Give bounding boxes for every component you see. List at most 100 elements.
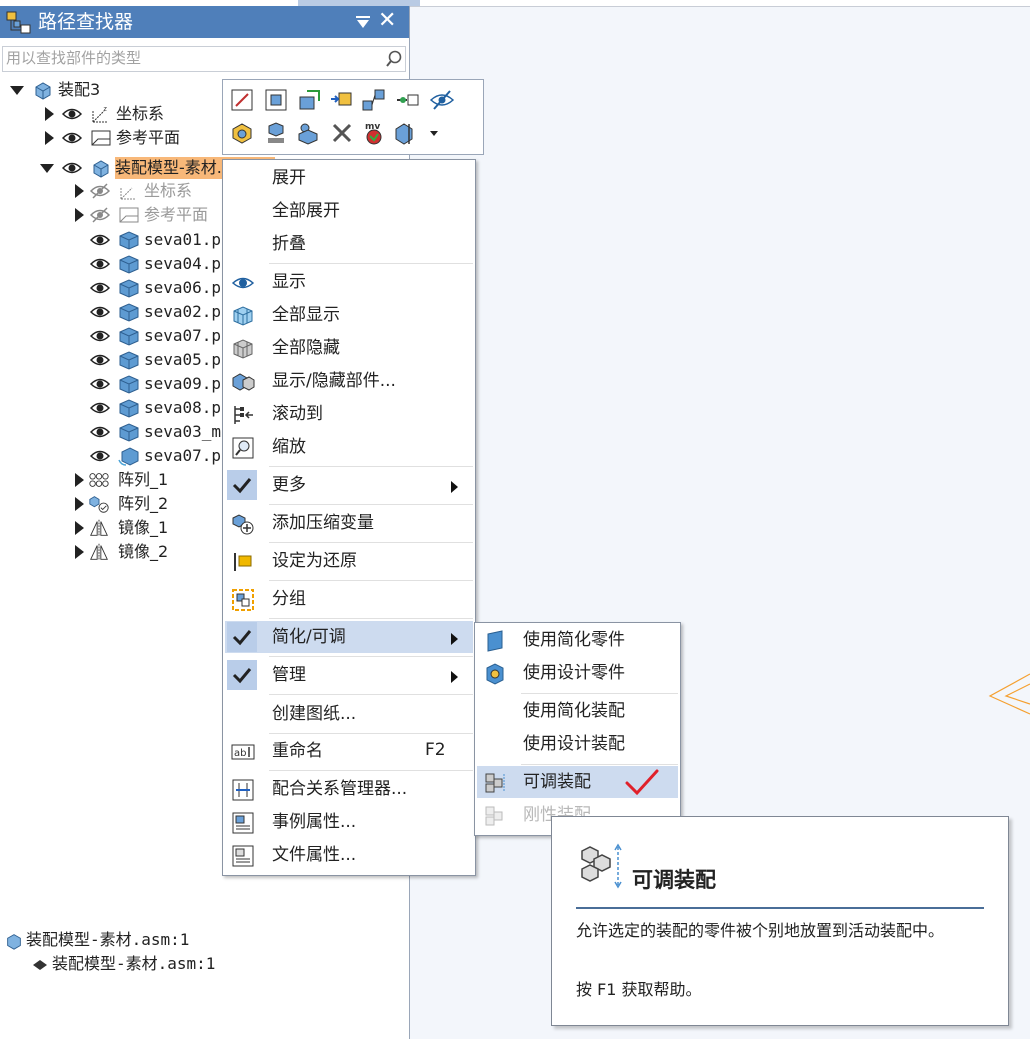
tree-row[interactable]: 镜像_1 xyxy=(74,517,224,539)
assembly-relations-icon[interactable] xyxy=(361,87,387,113)
eye-icon[interactable] xyxy=(62,106,82,122)
menu-item-show[interactable]: 显示 xyxy=(225,266,473,298)
red-checkmark-icon xyxy=(625,769,659,796)
group-icon xyxy=(232,589,254,611)
tree-row[interactable]: 阵列_1 xyxy=(74,469,224,491)
delete-icon[interactable] xyxy=(329,120,355,146)
tree-row[interactable]: 镜像_2 xyxy=(74,541,224,563)
edit-part-icon[interactable] xyxy=(295,120,321,146)
tree-row-part[interactable]: seva06.pa xyxy=(90,277,231,299)
submenu-item-use-simplified-assembly[interactable]: 使用简化装配 xyxy=(477,695,678,727)
tree-label: seva09.pa xyxy=(144,374,231,393)
insert-part-icon[interactable] xyxy=(395,87,421,113)
part-icon xyxy=(119,231,139,250)
menu-item-simplify-adjust[interactable]: 简化/可调 xyxy=(225,621,473,653)
tree-row-part[interactable]: seva08.pa xyxy=(90,397,231,419)
tree-label: seva08.pa xyxy=(144,398,231,417)
eye-icon[interactable] xyxy=(90,232,110,248)
menu-item-manage[interactable]: 管理 xyxy=(225,659,473,691)
activate-icon[interactable] xyxy=(263,120,289,146)
file-properties-icon xyxy=(232,845,254,867)
adjustable-part-icon xyxy=(118,447,139,466)
panel-title: 路径查找器 xyxy=(38,11,134,33)
tree-row-part[interactable]: seva09.pa xyxy=(90,373,231,395)
menu-item-instance-properties[interactable]: 事例属性... xyxy=(225,806,473,838)
menu-item-mate-manager[interactable]: 配合关系管理器... xyxy=(225,773,473,805)
menu-label: 显示/隐藏部件... xyxy=(272,371,396,391)
submenu-item-use-design-assembly[interactable]: 使用设计装配 xyxy=(477,728,678,760)
eye-icon[interactable] xyxy=(90,352,110,368)
eye-icon[interactable] xyxy=(90,280,110,296)
mini-toolbar: mv xyxy=(222,79,484,155)
menu-item-file-properties[interactable]: 文件属性... xyxy=(225,839,473,871)
tree-row[interactable]: 坐标系 xyxy=(74,180,234,202)
menu-item-add-compress-variable[interactable]: 添加压缩变量 xyxy=(225,507,473,539)
fit-view-icon[interactable] xyxy=(263,87,289,113)
svg-text:z: z xyxy=(103,105,107,113)
eye-icon[interactable] xyxy=(90,448,110,464)
dropdown-arrow-icon[interactable] xyxy=(429,130,439,138)
menu-item-show-all[interactable]: 全部显示 xyxy=(225,299,473,331)
simplify-submenu: 使用简化零件 使用设计零件 使用简化装配 使用设计装配 可调装配 刚性装配 xyxy=(474,622,681,836)
eye-icon[interactable] xyxy=(62,130,82,146)
tree-row-part[interactable]: seva05.pa xyxy=(90,349,231,371)
eye-icon[interactable] xyxy=(90,256,110,272)
subassembly-icon xyxy=(93,160,109,178)
tree-row-part[interactable]: seva07.pa xyxy=(90,325,231,347)
eye-hidden-icon[interactable] xyxy=(90,183,110,199)
menu-item-expand[interactable]: 展开 xyxy=(225,162,473,194)
menu-label: 全部隐藏 xyxy=(272,338,340,358)
tree-row-part[interactable]: seva04.pa xyxy=(90,253,231,275)
section-view-icon[interactable] xyxy=(393,120,419,146)
pin-icon[interactable] xyxy=(352,11,374,33)
eye-icon[interactable] xyxy=(90,400,110,416)
tree-label: seva07.pa xyxy=(144,446,231,465)
eye-icon[interactable] xyxy=(62,160,82,176)
search-box[interactable] xyxy=(2,46,406,72)
tree-row[interactable]: z 坐标系 xyxy=(44,103,224,125)
menu-label: 创建图纸... xyxy=(272,704,357,724)
tree-row-part[interactable]: seva01.pa xyxy=(90,229,231,251)
tree-row-part[interactable]: seva02.pa xyxy=(90,301,231,323)
menu-item-scroll-to[interactable]: 滚动到 xyxy=(225,398,473,430)
menu-item-collapse[interactable]: 折叠 xyxy=(225,228,473,260)
eye-icon[interactable] xyxy=(90,328,110,344)
tree-row-part[interactable]: seva03_mi xyxy=(90,421,231,443)
move-part-icon[interactable] xyxy=(329,87,355,113)
tree-row[interactable]: 阵列_2 xyxy=(74,493,224,515)
tree-row[interactable]: 参考平面 xyxy=(44,127,224,149)
menu-item-expand-all[interactable]: 全部展开 xyxy=(225,195,473,227)
submenu-item-adjustable-assembly[interactable]: 可调装配 xyxy=(477,766,678,798)
eye-hidden-icon[interactable] xyxy=(90,207,110,223)
tree-row-part[interactable]: seva07.pa xyxy=(90,445,231,467)
menu-item-set-restore[interactable]: 设定为还原 xyxy=(225,545,473,577)
part-icon xyxy=(119,303,139,322)
menu-item-more[interactable]: 更多 xyxy=(225,469,473,501)
menu-item-group[interactable]: 分组 xyxy=(225,583,473,615)
search-input[interactable] xyxy=(6,48,376,68)
hide-icon[interactable] xyxy=(429,87,455,113)
model-view-icon[interactable]: mv xyxy=(361,120,387,146)
add-variable-icon xyxy=(232,514,254,535)
zoom-to-selection-icon[interactable] xyxy=(229,87,255,113)
eye-icon[interactable] xyxy=(90,304,110,320)
menu-item-hide-all[interactable]: 全部隐藏 xyxy=(225,332,473,364)
show-only-icon[interactable] xyxy=(229,120,255,146)
replace-part-icon[interactable] xyxy=(297,87,323,113)
submenu-item-use-design-part[interactable]: 使用设计零件 xyxy=(477,657,678,689)
submenu-item-use-simplified-part[interactable]: 使用简化零件 xyxy=(477,624,678,656)
tree-row[interactable]: 参考平面 xyxy=(74,204,234,226)
menu-item-create-drawing[interactable]: 创建图纸... xyxy=(225,698,473,730)
close-icon[interactable]: ✕ xyxy=(378,9,396,33)
menu-item-zoom[interactable]: 缩放 xyxy=(225,431,473,463)
tooltip-divider xyxy=(576,907,984,909)
menu-item-rename[interactable]: ab 重命名 F2 xyxy=(225,735,473,767)
eye-icon[interactable] xyxy=(90,376,110,392)
menu-item-show-hide-parts[interactable]: 显示/隐藏部件... xyxy=(225,365,473,397)
hide-all-icon xyxy=(233,339,253,359)
tree-label: 镜像_1 xyxy=(118,518,169,537)
bottom-label: 装配模型-素材.asm:1 xyxy=(26,930,190,949)
tree-row-root[interactable]: 装配3 xyxy=(10,79,110,101)
search-icon[interactable] xyxy=(384,49,404,69)
eye-icon[interactable] xyxy=(90,424,110,440)
